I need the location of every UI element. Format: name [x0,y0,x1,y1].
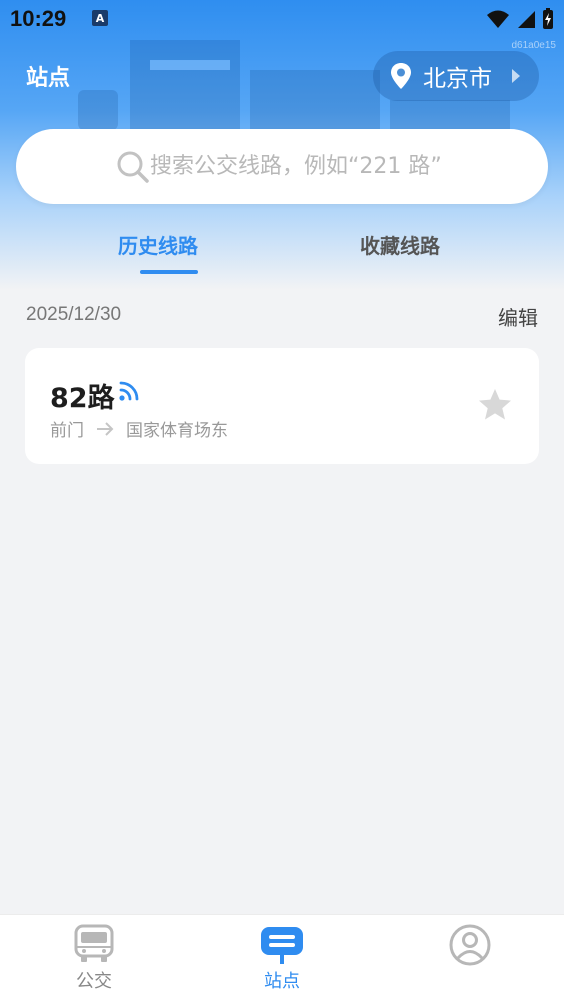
search-input[interactable] [150,154,548,179]
notification-badge-icon: A [92,10,108,26]
arrow-right-icon [97,421,114,436]
cell-signal-icon [518,11,535,28]
nav-label-station: 站点 [264,971,300,992]
nav-item-profile[interactable] [400,915,540,1004]
search-box[interactable] [16,129,548,204]
status-bar: 10:29 A d61a0e15 [0,0,564,51]
wifi-icon [487,10,509,28]
signal-icon [119,381,139,401]
route-tabs: 历史线路 收藏线路 [0,230,564,278]
battery-icon [543,8,553,29]
bus-icon [74,924,114,962]
route-origin: 前门 [50,421,84,441]
tab-history-routes[interactable]: 历史线路 [118,230,198,259]
caret-right-icon [512,69,520,83]
edit-button[interactable]: 编辑 [498,302,538,331]
tab-favorite-routes[interactable]: 收藏线路 [360,230,440,259]
active-tab-indicator [140,270,198,274]
profile-icon [449,924,491,966]
nav-item-bus[interactable]: 公交 [24,915,164,1004]
city-selector-button[interactable]: 北京市 [373,51,539,101]
nav-item-station[interactable]: 站点 [212,915,352,1004]
status-time: 10:29 [10,6,67,31]
nav-label-bus: 公交 [76,971,112,992]
page-title: 站点 [26,66,71,91]
bottom-navigation: 公交 站点 [0,914,564,1004]
star-icon[interactable] [477,388,513,422]
station-sign-icon [261,927,303,964]
location-pin-icon [391,63,411,89]
status-icons [486,8,554,30]
search-icon [117,151,149,183]
route-name: 82路 [50,383,115,414]
route-card[interactable]: 82路 前门 国家体育场东 [25,348,539,464]
watermark: d61a0e15 [511,40,557,51]
city-name: 北京市 [423,66,492,92]
route-destination: 国家体育场东 [126,421,228,441]
route-path: 前门 国家体育场东 [50,416,228,441]
history-date: 2025/12/30 [26,304,122,325]
